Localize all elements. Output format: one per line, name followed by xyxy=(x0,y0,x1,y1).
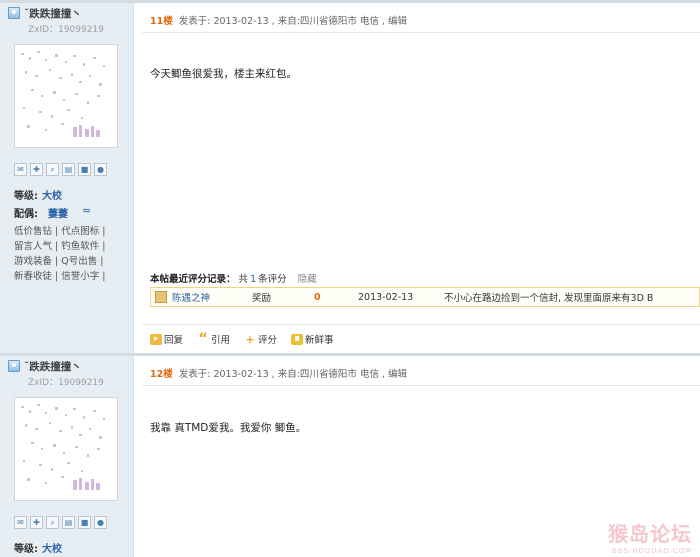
site-watermark: 猴岛论坛 BBS.HOUDAO.COM xyxy=(608,518,692,555)
divider xyxy=(134,353,700,356)
user-zxid: ZxID：19099219 xyxy=(28,25,104,35)
share-news-label: 新鲜事 xyxy=(305,335,334,346)
divider xyxy=(134,0,700,3)
spouse-label: 配偶: xyxy=(14,209,38,220)
user-action-icons: ✉ ✚ ⌕ ▤ ■ ● xyxy=(14,516,107,529)
post-meta: 11楼 发表于: 2013-02-13 , 来自:四川省德阳市 电信 , 编辑 xyxy=(150,13,407,27)
profile-icon[interactable]: ▤ xyxy=(62,516,75,529)
divider xyxy=(142,324,700,325)
avatar[interactable] xyxy=(14,397,118,501)
add-friend-icon[interactable]: ✚ xyxy=(30,516,43,529)
rate-label: 评分 xyxy=(258,335,278,346)
quote-button[interactable]: “引用 xyxy=(197,330,231,347)
gift-icon[interactable]: ■ xyxy=(78,163,91,176)
rating-count: 1 xyxy=(250,274,257,285)
user-zxid: ZxID：19099219 xyxy=(28,378,104,388)
reply-button[interactable]: ▸ 回复 xyxy=(150,332,183,346)
qq-icon[interactable]: ● xyxy=(94,516,107,529)
username-link[interactable]: ˘跌跌撞撞丶 xyxy=(24,359,82,374)
search-icon[interactable]: ⌕ xyxy=(46,516,59,529)
username-link[interactable]: ˘跌跌撞撞丶 xyxy=(24,6,82,21)
user-level: 等级: 大校 xyxy=(14,187,62,202)
reply-icon: ▸ xyxy=(150,333,162,345)
fresh-icon: ∎ xyxy=(291,333,304,345)
watermark-logo: 猴岛论坛 xyxy=(608,522,692,546)
share-news-button[interactable]: ∎ 新鲜事 xyxy=(291,332,334,346)
rating-header: 本帖最近评分记录： 共 1 条评分 隐藏 xyxy=(150,271,317,285)
user-level: 等级: 大校 xyxy=(14,540,62,555)
divider xyxy=(0,0,133,3)
promo-link-row[interactable]: 游戏装备 | Q号出售 | xyxy=(14,254,105,269)
qq-icon[interactable]: ● xyxy=(94,163,107,176)
rating-count-pre: 共 xyxy=(238,274,249,285)
rater-name[interactable]: 陈遇之神 xyxy=(172,290,252,304)
post-body: 我靠 真TMD爱我。我爱你 鲫鱼。 xyxy=(150,422,307,434)
user-sidebar: ˘跌跌撞撞丶 ZxID：19099219 xyxy=(0,0,134,353)
post-floor-12: ˘跌跌撞撞丶 ZxID：19099219 ✉ ✚ ⌕ ▤ ■ ● 等级: 大校 … xyxy=(0,353,700,557)
post-content-area: 11楼 发表于: 2013-02-13 , 来自:四川省德阳市 电信 , 编辑 今… xyxy=(134,0,700,353)
search-icon[interactable]: ⌕ xyxy=(46,163,59,176)
post-info: 发表于: 2013-02-13 , 来自:四川省德阳市 电信 , 编辑 xyxy=(178,369,408,380)
gift-icon[interactable]: ■ xyxy=(78,516,91,529)
rate-button[interactable]: + 评分 xyxy=(244,332,278,347)
rating-reason: 不小心在路边捡到一个信封, 发现里面原来有3D B xyxy=(444,293,654,304)
user-promo-links: 低价售钻 | 代点图标 | 留言人气 | 钓鱼软件 | 游戏装备 | Q号出售 … xyxy=(14,224,105,284)
rating-row: 陈遇之神 奖励 0 2013-02-13 不小心在路边捡到一个信封, 发现里面原… xyxy=(150,287,700,307)
quote-label: 引用 xyxy=(211,335,231,346)
user-status-icon xyxy=(8,7,20,19)
post-floor-11: ˘跌跌撞撞丶 ZxID：19099219 ✉ ✚ ⌕ ▤ ■ ● 等级: 大校 … xyxy=(0,0,700,353)
post-actions: ▸ 回复 “引用 + 评分 ∎ 新鲜事 xyxy=(150,332,334,346)
add-friend-icon[interactable]: ✚ xyxy=(30,163,43,176)
watermark-url: BBS.HOUDAO.COM xyxy=(612,547,692,555)
rate-icon: + xyxy=(245,332,255,346)
rating-type: 奖励 xyxy=(252,293,272,304)
user-status-icon xyxy=(8,360,20,372)
avatar[interactable] xyxy=(14,44,118,148)
promo-link-row[interactable]: 留言人气 | 钓鱼软件 | xyxy=(14,239,105,254)
mail-icon[interactable]: ✉ xyxy=(14,516,27,529)
user-line: ˘跌跌撞撞丶 xyxy=(8,359,82,373)
mail-icon[interactable]: ✉ xyxy=(14,163,27,176)
spouse-link[interactable]: 萋萋 xyxy=(48,205,68,220)
rater-avatar-icon xyxy=(155,291,167,303)
profile-icon[interactable]: ▤ xyxy=(62,163,75,176)
divider xyxy=(142,32,700,33)
post-body: 今天鲫鱼很爱我，楼主来红包。 xyxy=(150,68,297,80)
floor-number[interactable]: 11楼 xyxy=(150,16,173,27)
reply-label: 回复 xyxy=(164,335,184,346)
rating-hide-link[interactable]: 隐藏 xyxy=(298,274,317,285)
promo-link-row[interactable]: 新春收徒 | 信誉小字 | xyxy=(14,269,105,284)
rating-points: 0 xyxy=(314,291,321,303)
divider xyxy=(0,353,133,356)
level-label: 等级: xyxy=(14,191,38,202)
level-value: 大校 xyxy=(42,191,62,202)
level-value: 大校 xyxy=(42,544,62,555)
rating-title: 本帖最近评分记录： xyxy=(150,274,236,285)
level-label: 等级: xyxy=(14,544,38,555)
user-line: ˘跌跌撞撞丶 xyxy=(8,6,82,20)
rating-date: 2013-02-13 xyxy=(358,291,414,303)
post-info: 发表于: 2013-02-13 , 来自:四川省德阳市 电信 , 编辑 xyxy=(178,16,408,27)
floor-number[interactable]: 12楼 xyxy=(150,369,173,380)
post-meta: 12楼 发表于: 2013-02-13 , 来自:四川省德阳市 电信 , 编辑 xyxy=(150,366,407,380)
rating-count-post: 条评分 xyxy=(258,274,287,285)
divider xyxy=(142,385,700,386)
user-action-icons: ✉ ✚ ⌕ ▤ ■ ● xyxy=(14,163,107,176)
user-sidebar: ˘跌跌撞撞丶 ZxID：19099219 xyxy=(0,353,134,557)
promo-link-row[interactable]: 低价售钻 | 代点图标 | xyxy=(14,224,105,239)
quote-icon: “ xyxy=(198,330,208,347)
spouse-mark: ≈ xyxy=(82,204,92,217)
